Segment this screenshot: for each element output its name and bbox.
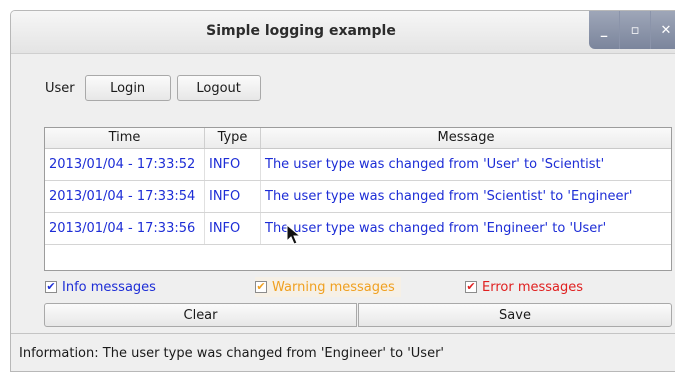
maximize-icon: ▫ [630, 22, 640, 38]
mouse-cursor-icon [286, 224, 302, 245]
minimize-button[interactable]: _ [589, 11, 619, 49]
cell-message: The user type was changed from 'Engineer… [265, 221, 607, 236]
close-button[interactable]: ✕ [650, 11, 675, 49]
window-title: Simple logging example [206, 23, 396, 39]
cell-type: INFO [205, 149, 261, 180]
cell-time: 2013/01/04 - 17:33:54 [45, 181, 205, 212]
app-window: Simple logging example _ ▫ ✕ User Login … [10, 10, 675, 372]
login-button[interactable]: Login [84, 75, 171, 101]
cell-time: 2013/01/04 - 17:33:52 [45, 149, 205, 180]
table-row[interactable]: 2013/01/04 - 17:33:54 INFO The user type… [45, 181, 671, 213]
error-messages-checkbox[interactable]: ✔ Error messages [465, 277, 583, 297]
table-header: Time Type Message [45, 128, 671, 149]
save-button[interactable]: Save [358, 303, 672, 327]
cell-message: The user type was changed from 'Scientis… [265, 189, 633, 204]
status-bar: Information: The user type was changed f… [11, 333, 675, 371]
user-label: User [45, 80, 75, 96]
column-header-time[interactable]: Time [45, 128, 205, 148]
checkmark-icon: ✔ [45, 280, 57, 293]
warning-messages-checkbox[interactable]: ✔ Warning messages [255, 277, 401, 297]
table-row[interactable]: 2013/01/04 - 17:33:52 INFO The user type… [45, 149, 671, 181]
logout-button[interactable]: Logout [176, 75, 261, 101]
warning-messages-label: Warning messages [272, 279, 395, 295]
error-messages-label: Error messages [482, 279, 584, 295]
cell-message: The user type was changed from 'User' to… [265, 157, 605, 172]
window-controls: _ ▫ ✕ [589, 11, 675, 49]
message-filters: ✔ Info messages ✔ Warning messages ✔ Err… [45, 277, 675, 297]
cell-type: INFO [205, 181, 261, 212]
info-messages-checkbox[interactable]: ✔ Info messages [45, 277, 156, 297]
log-table[interactable]: Time Type Message 2013/01/04 - 17:33:52 … [44, 127, 672, 271]
maximize-button[interactable]: ▫ [619, 11, 650, 49]
checkmark-icon: ✔ [255, 280, 267, 293]
table-row[interactable]: 2013/01/04 - 17:33:56 INFO The user type… [45, 213, 671, 245]
user-row: User Login Logout [45, 73, 261, 103]
column-header-type[interactable]: Type [205, 128, 261, 148]
cell-time: 2013/01/04 - 17:33:56 [45, 213, 205, 244]
column-header-message[interactable]: Message [261, 128, 671, 148]
minimize-icon: _ [600, 22, 608, 38]
clear-button[interactable]: Clear [44, 303, 357, 327]
close-icon: ✕ [660, 22, 672, 38]
cell-type: INFO [205, 213, 261, 244]
title-bar: Simple logging example _ ▫ ✕ [11, 11, 675, 54]
action-buttons: Clear Save [44, 303, 672, 327]
checkmark-icon: ✔ [465, 280, 477, 293]
info-messages-label: Info messages [62, 279, 156, 295]
